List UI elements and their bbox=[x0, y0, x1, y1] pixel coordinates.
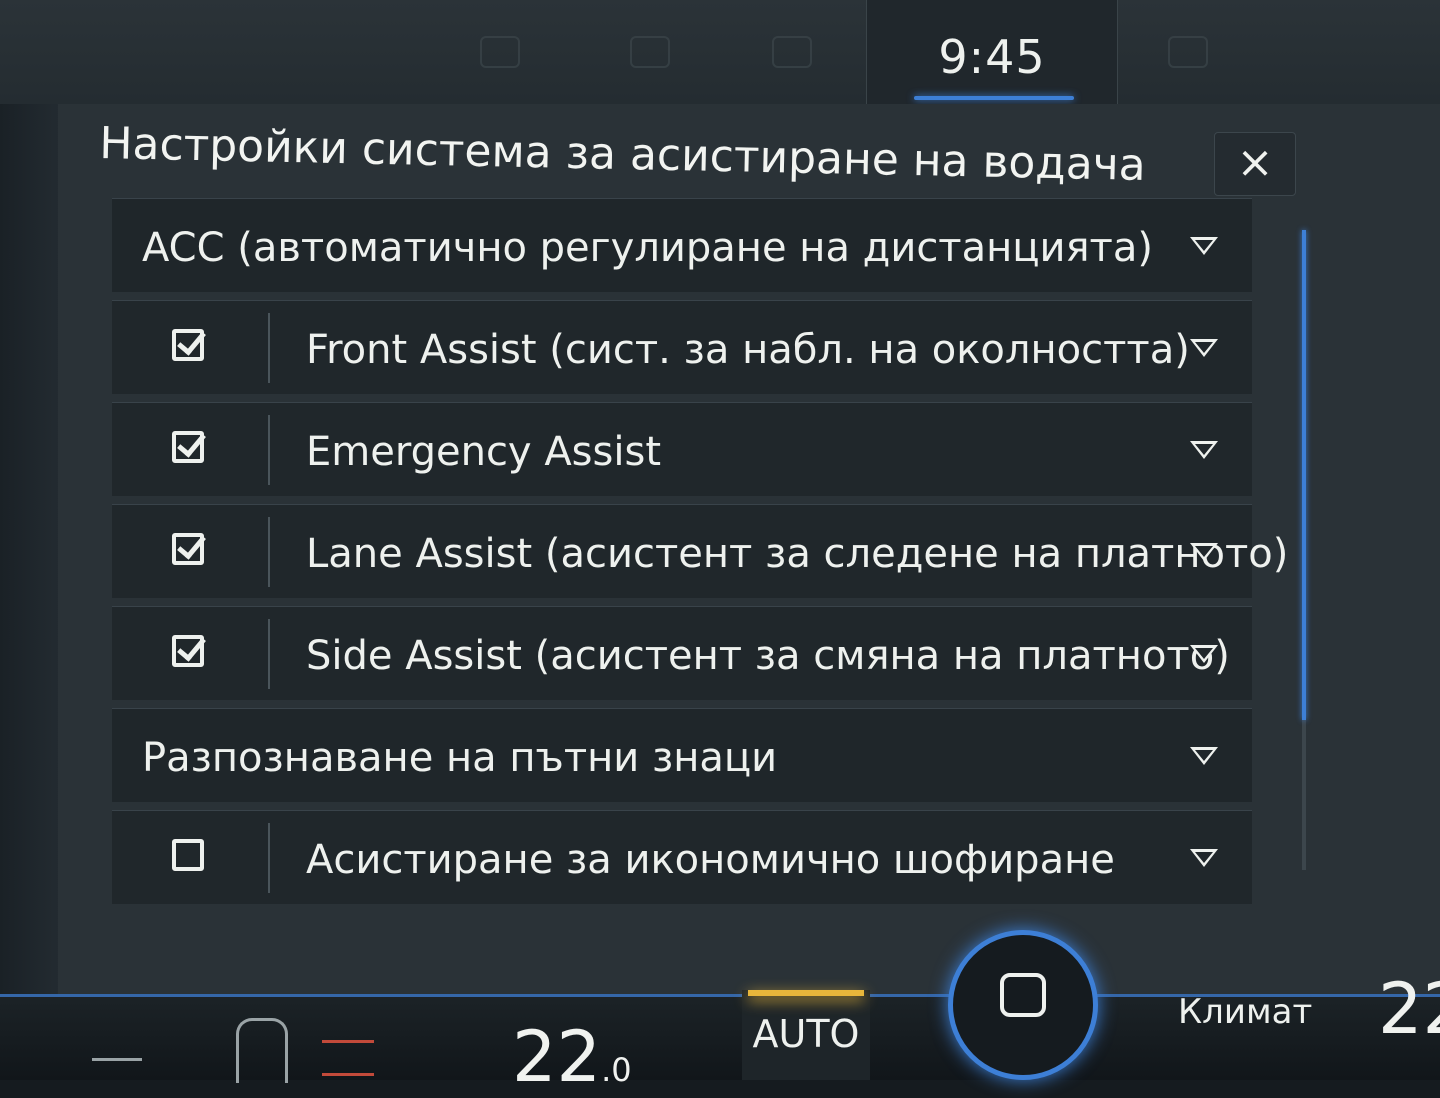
divider bbox=[268, 313, 270, 383]
temperature-left-main: 22 bbox=[512, 1016, 602, 1098]
temperature-left[interactable]: 22.0 bbox=[512, 1016, 632, 1098]
chevron-down-icon[interactable] bbox=[1190, 237, 1218, 255]
scrollbar[interactable] bbox=[1302, 230, 1306, 870]
fan-level-icon[interactable] bbox=[92, 1058, 142, 1061]
row-label: Side Assist (асистент за смяна на платно… bbox=[306, 633, 1230, 679]
clock: 9:45 bbox=[938, 30, 1046, 84]
temperature-left-decimal: .0 bbox=[601, 1051, 632, 1089]
status-bar: 9:45 bbox=[0, 0, 1440, 104]
car-icon[interactable] bbox=[1168, 36, 1208, 68]
auto-label: AUTO bbox=[752, 1012, 860, 1056]
list-item-traffic-sign-recognition[interactable]: Разпознаване на пътни знаци bbox=[112, 708, 1252, 802]
checkbox-icon[interactable] bbox=[172, 431, 204, 463]
chevron-down-icon[interactable] bbox=[1190, 543, 1218, 561]
row-label: ACC (автоматично регулиране на дистанция… bbox=[142, 225, 1153, 271]
checkbox-icon[interactable] bbox=[172, 533, 204, 565]
home-button[interactable] bbox=[948, 930, 1098, 1080]
checkbox-icon[interactable] bbox=[172, 839, 204, 871]
divider bbox=[268, 619, 270, 689]
chevron-down-icon[interactable] bbox=[1190, 339, 1218, 357]
list-item-emergency-assist[interactable]: Emergency Assist bbox=[112, 402, 1252, 496]
list-item-eco-assist[interactable]: Асистиране за икономично шофиране bbox=[112, 810, 1252, 904]
clock-tab[interactable]: 9:45 bbox=[866, 0, 1118, 104]
checkbox-cell[interactable] bbox=[112, 811, 268, 905]
climate-button[interactable]: Климат bbox=[1178, 992, 1312, 1032]
seat-heating-icon[interactable] bbox=[322, 1040, 374, 1076]
clock-underline bbox=[914, 96, 1074, 100]
checkbox-icon[interactable] bbox=[172, 635, 204, 667]
close-button[interactable]: × bbox=[1214, 132, 1296, 196]
divider bbox=[268, 415, 270, 485]
row-label: Emergency Assist bbox=[306, 429, 661, 475]
chevron-down-icon[interactable] bbox=[1190, 747, 1218, 765]
row-label: Lane Assist (асистент за следене на плат… bbox=[306, 531, 1289, 577]
row-label: Front Assist (сист. за набл. на околност… bbox=[306, 327, 1190, 373]
phone-icon[interactable] bbox=[772, 36, 812, 68]
auto-button[interactable]: AUTO bbox=[742, 990, 870, 1080]
chevron-down-icon[interactable] bbox=[1190, 645, 1218, 663]
chevron-down-icon[interactable] bbox=[1190, 849, 1218, 867]
settings-list: ACC (автоматично регулиране на дистанция… bbox=[112, 198, 1288, 912]
list-item-side-assist[interactable]: Side Assist (асистент за смяна на платно… bbox=[112, 606, 1252, 700]
list-item-lane-assist[interactable]: Lane Assist (асистент за следене на плат… bbox=[112, 504, 1288, 599]
chevron-down-icon[interactable] bbox=[1190, 441, 1218, 459]
temperature-right[interactable]: 22 bbox=[1378, 968, 1440, 1050]
home-icon bbox=[1000, 973, 1046, 1017]
row-label: Асистиране за икономично шофиране bbox=[306, 837, 1115, 883]
media-icon[interactable] bbox=[630, 36, 670, 68]
list-item-acc[interactable]: ACC (автоматично регулиране на дистанция… bbox=[112, 198, 1252, 292]
checkbox-icon[interactable] bbox=[172, 329, 204, 361]
left-bezel bbox=[0, 0, 60, 1080]
row-label: Разпознаване на пътни знаци bbox=[142, 735, 778, 781]
camera-icon[interactable] bbox=[480, 36, 520, 68]
checkbox-cell[interactable] bbox=[112, 505, 268, 599]
seat-icon[interactable] bbox=[236, 1018, 288, 1083]
list-item-front-assist[interactable]: Front Assist (сист. за набл. на околност… bbox=[112, 300, 1252, 394]
checkbox-cell[interactable] bbox=[112, 403, 268, 497]
divider bbox=[268, 517, 270, 587]
checkbox-cell[interactable] bbox=[112, 607, 268, 701]
divider bbox=[268, 823, 270, 893]
scrollbar-thumb[interactable] bbox=[1302, 230, 1306, 720]
checkbox-cell[interactable] bbox=[112, 301, 268, 395]
auto-indicator-led bbox=[748, 990, 864, 996]
